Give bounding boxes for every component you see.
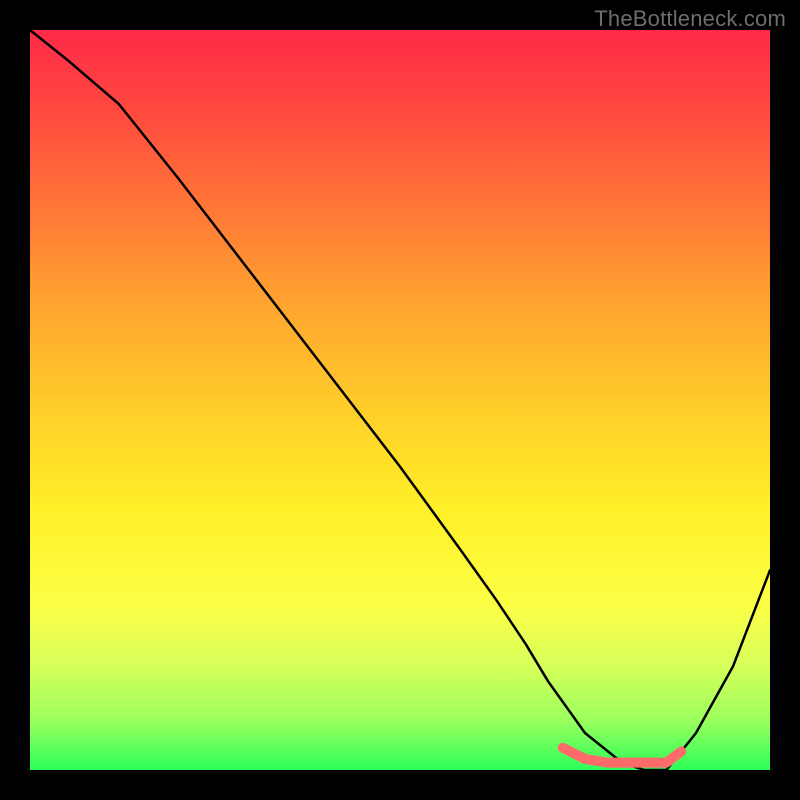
watermark-text: TheBottleneck.com xyxy=(594,6,786,32)
bottleneck-curve-path xyxy=(30,30,770,770)
chart-frame: TheBottleneck.com xyxy=(0,0,800,800)
optimal-band-path xyxy=(563,748,681,763)
chart-svg xyxy=(30,30,770,770)
gradient-plot-area xyxy=(30,30,770,770)
